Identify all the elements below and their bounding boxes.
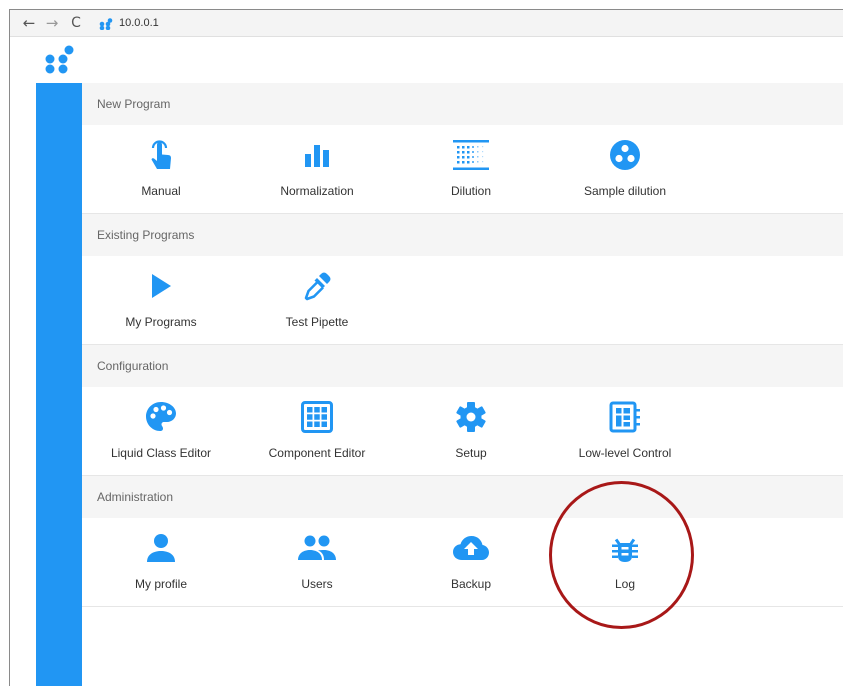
tile-label: Users: [301, 577, 333, 591]
tile-label: My profile: [134, 577, 187, 591]
tile-label: Test Pipette: [285, 315, 349, 329]
tile-normalization[interactable]: Normalization: [240, 125, 394, 213]
tile-label: Setup: [455, 446, 487, 460]
back-button[interactable]: ←: [19, 14, 39, 32]
tile-label: Normalization: [280, 184, 354, 198]
bar-chart-icon: [304, 136, 330, 174]
main-content: New Program Manual Normalization Dilutio…: [82, 83, 843, 607]
app-logo-icon[interactable]: [36, 41, 82, 77]
tile-my-programs[interactable]: My Programs: [82, 256, 240, 344]
app-header: [36, 37, 843, 83]
section-existing-programs: My Programs Test Pipette: [82, 256, 843, 345]
reload-button[interactable]: C: [66, 15, 86, 31]
play-icon: [150, 267, 172, 305]
tile-sample-dilution[interactable]: Sample dilution: [548, 125, 702, 213]
tile-users[interactable]: Users: [240, 518, 394, 606]
tile-dilution[interactable]: Dilution: [394, 125, 548, 213]
tile-test-pipette[interactable]: Test Pipette: [240, 256, 394, 344]
tile-label: Dilution: [450, 184, 492, 198]
forward-button[interactable]: →: [42, 14, 62, 32]
tile-label: Sample dilution: [583, 184, 667, 198]
tile-manual[interactable]: Manual: [82, 125, 240, 213]
section-configuration: Liquid Class Editor Component Editor Set…: [82, 387, 843, 476]
tile-label: Manual: [141, 184, 181, 198]
tile-backup[interactable]: Backup: [394, 518, 548, 606]
touch-app-icon: [148, 136, 174, 174]
tile-liquid-class-editor[interactable]: Liquid Class Editor: [82, 387, 240, 475]
grid-dots-icon: [453, 136, 489, 174]
tile-setup[interactable]: Setup: [394, 387, 548, 475]
tile-my-profile[interactable]: My profile: [82, 518, 240, 606]
site-favicon-icon: [98, 17, 114, 31]
cloud-upload-icon: [453, 529, 489, 567]
highlight-circle: [549, 481, 694, 629]
chip-icon: [609, 398, 641, 436]
tile-label: Low-level Control: [578, 446, 672, 460]
sidebar: [36, 83, 82, 686]
section-header-configuration: Configuration: [82, 345, 843, 387]
pipette-icon: [302, 267, 332, 305]
address-bar[interactable]: 10.0.0.1: [119, 17, 159, 29]
three-dots-circle-icon: [609, 136, 641, 174]
section-header-administration: Administration: [82, 476, 843, 518]
browser-bar: ← → C 10.0.0.1: [10, 10, 843, 37]
tile-label: Component Editor: [268, 446, 366, 460]
section-administration: My profile Users Backup Log: [82, 518, 843, 607]
tile-label: Liquid Class Editor: [110, 446, 212, 460]
tile-label: My Programs: [125, 315, 197, 329]
frame-left-line: [9, 9, 10, 686]
tile-label: Backup: [450, 577, 492, 591]
tile-component-editor[interactable]: Component Editor: [240, 387, 394, 475]
tile-low-level-control[interactable]: Low-level Control: [548, 387, 702, 475]
people-icon: [298, 529, 336, 567]
gear-icon: [455, 398, 487, 436]
section-new-program: Manual Normalization Dilution Sample dil…: [82, 125, 843, 214]
section-header-existing-programs: Existing Programs: [82, 214, 843, 256]
section-header-new-program: New Program: [82, 83, 843, 125]
person-icon: [146, 529, 176, 567]
palette-icon: [145, 398, 177, 436]
grid-icon: [301, 398, 333, 436]
